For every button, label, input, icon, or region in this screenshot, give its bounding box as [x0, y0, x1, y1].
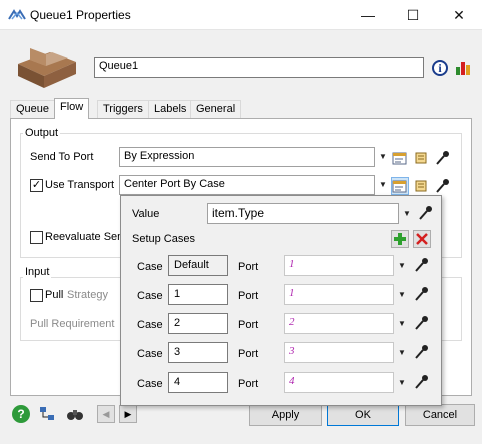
tab-labels[interactable]: Labels [148, 100, 193, 118]
eyedropper-icon[interactable] [412, 285, 430, 303]
binoculars-icon[interactable] [66, 405, 84, 423]
value-field[interactable]: item.Type [207, 203, 399, 224]
ok-button[interactable]: OK [327, 404, 399, 426]
use-transport-dropdown-arrow[interactable]: ▼ [378, 180, 388, 190]
queue-object-icon [18, 48, 76, 88]
port-dropdown-arrow[interactable]: ▼ [397, 290, 407, 300]
use-transport-label: Use Transport [45, 179, 115, 191]
eyedropper-icon[interactable] [416, 204, 434, 222]
port-label: Port [238, 290, 259, 302]
tab-flow[interactable]: Flow [54, 98, 90, 119]
reevaluate-label: Reevaluate Sen [45, 231, 124, 243]
port-dropdown-arrow[interactable]: ▼ [397, 319, 407, 329]
port-field[interactable]: 1 [284, 255, 394, 276]
plus-icon [394, 233, 406, 245]
name-field[interactable]: Queue1 [94, 57, 424, 78]
port-label: Port [238, 319, 259, 331]
remove-x-icon [416, 233, 428, 245]
port-dropdown-arrow[interactable]: ▼ [397, 378, 407, 388]
send-to-port-label: Send To Port [30, 151, 94, 163]
help-icon[interactable]: ? [12, 405, 30, 423]
case-field[interactable]: 3 [168, 342, 228, 363]
pull-checkbox[interactable] [30, 289, 43, 302]
port-field[interactable]: 3 [284, 342, 394, 363]
tab-queue[interactable]: Queue [10, 100, 56, 118]
add-case-button[interactable] [391, 230, 409, 248]
center-port-by-case-popup: Value item.Type ▼ Setup Cases Case Defau… [120, 195, 442, 406]
use-transport-combo[interactable]: Center Port By Case [119, 175, 375, 195]
eyedropper-icon[interactable] [412, 373, 430, 391]
port-field[interactable]: 1 [284, 284, 394, 305]
properties-icon[interactable] [391, 177, 409, 195]
eyedropper-icon[interactable] [412, 256, 430, 274]
case-label: Case [137, 348, 163, 360]
tree-view-icon[interactable] [38, 405, 56, 423]
title-bar: Queue1 Properties — ☐ ✕ [0, 0, 482, 30]
case-field[interactable]: 1 [168, 284, 228, 305]
eyedropper-icon[interactable] [412, 314, 430, 332]
tab-triggers[interactable]: Triggers [97, 100, 149, 118]
info-icon[interactable]: i [432, 60, 448, 76]
input-group-title: Input [23, 266, 52, 278]
maximize-button[interactable]: ☐ [390, 0, 436, 30]
port-label: Port [238, 348, 259, 360]
pull-requirement-label: Pull Requirement [30, 318, 115, 330]
next-button[interactable]: ▶ [119, 405, 137, 423]
color-palette-icon[interactable] [454, 59, 472, 77]
case-label: Case [137, 261, 163, 273]
port-label: Port [238, 378, 259, 390]
send-to-port-dropdown-arrow[interactable]: ▼ [378, 152, 388, 162]
case-field[interactable]: 2 [168, 313, 228, 334]
close-button[interactable]: ✕ [436, 0, 482, 30]
use-transport-checkbox[interactable]: ✓ [30, 179, 43, 192]
code-editor-icon[interactable] [413, 177, 431, 195]
remove-case-button[interactable] [413, 230, 431, 248]
port-field[interactable]: 4 [284, 372, 394, 393]
apply-button[interactable]: Apply [249, 404, 322, 426]
value-dropdown-arrow[interactable]: ▼ [402, 209, 412, 219]
case-field-default: Default [168, 255, 228, 276]
port-dropdown-arrow[interactable]: ▼ [397, 348, 407, 358]
eyedropper-icon[interactable] [433, 177, 451, 195]
eyedropper-icon[interactable] [433, 149, 451, 167]
port-field[interactable]: 2 [284, 313, 394, 334]
reevaluate-checkbox[interactable] [30, 231, 43, 244]
case-label: Case [137, 378, 163, 390]
case-label: Case [137, 319, 163, 331]
cancel-button[interactable]: Cancel [405, 404, 475, 426]
case-label: Case [137, 290, 163, 302]
case-field[interactable]: 4 [168, 372, 228, 393]
value-label: Value [132, 208, 160, 220]
eyedropper-icon[interactable] [412, 343, 430, 361]
output-group-title: Output [23, 127, 61, 139]
port-label: Port [238, 261, 259, 273]
code-editor-icon[interactable] [413, 149, 431, 167]
port-dropdown-arrow[interactable]: ▼ [397, 261, 407, 271]
setup-cases-label: Setup Cases [132, 233, 195, 245]
pull-label: Pull [45, 289, 64, 301]
strategy-label: Strategy [67, 289, 108, 301]
tab-general[interactable]: General [190, 100, 242, 118]
properties-icon[interactable] [391, 149, 409, 167]
previous-button[interactable]: ◀ [97, 405, 115, 423]
send-to-port-combo[interactable]: By Expression [119, 147, 375, 167]
app-logo-icon [8, 9, 26, 20]
window-title: Queue1 Properties [30, 8, 131, 22]
minimize-button[interactable]: — [345, 0, 391, 30]
